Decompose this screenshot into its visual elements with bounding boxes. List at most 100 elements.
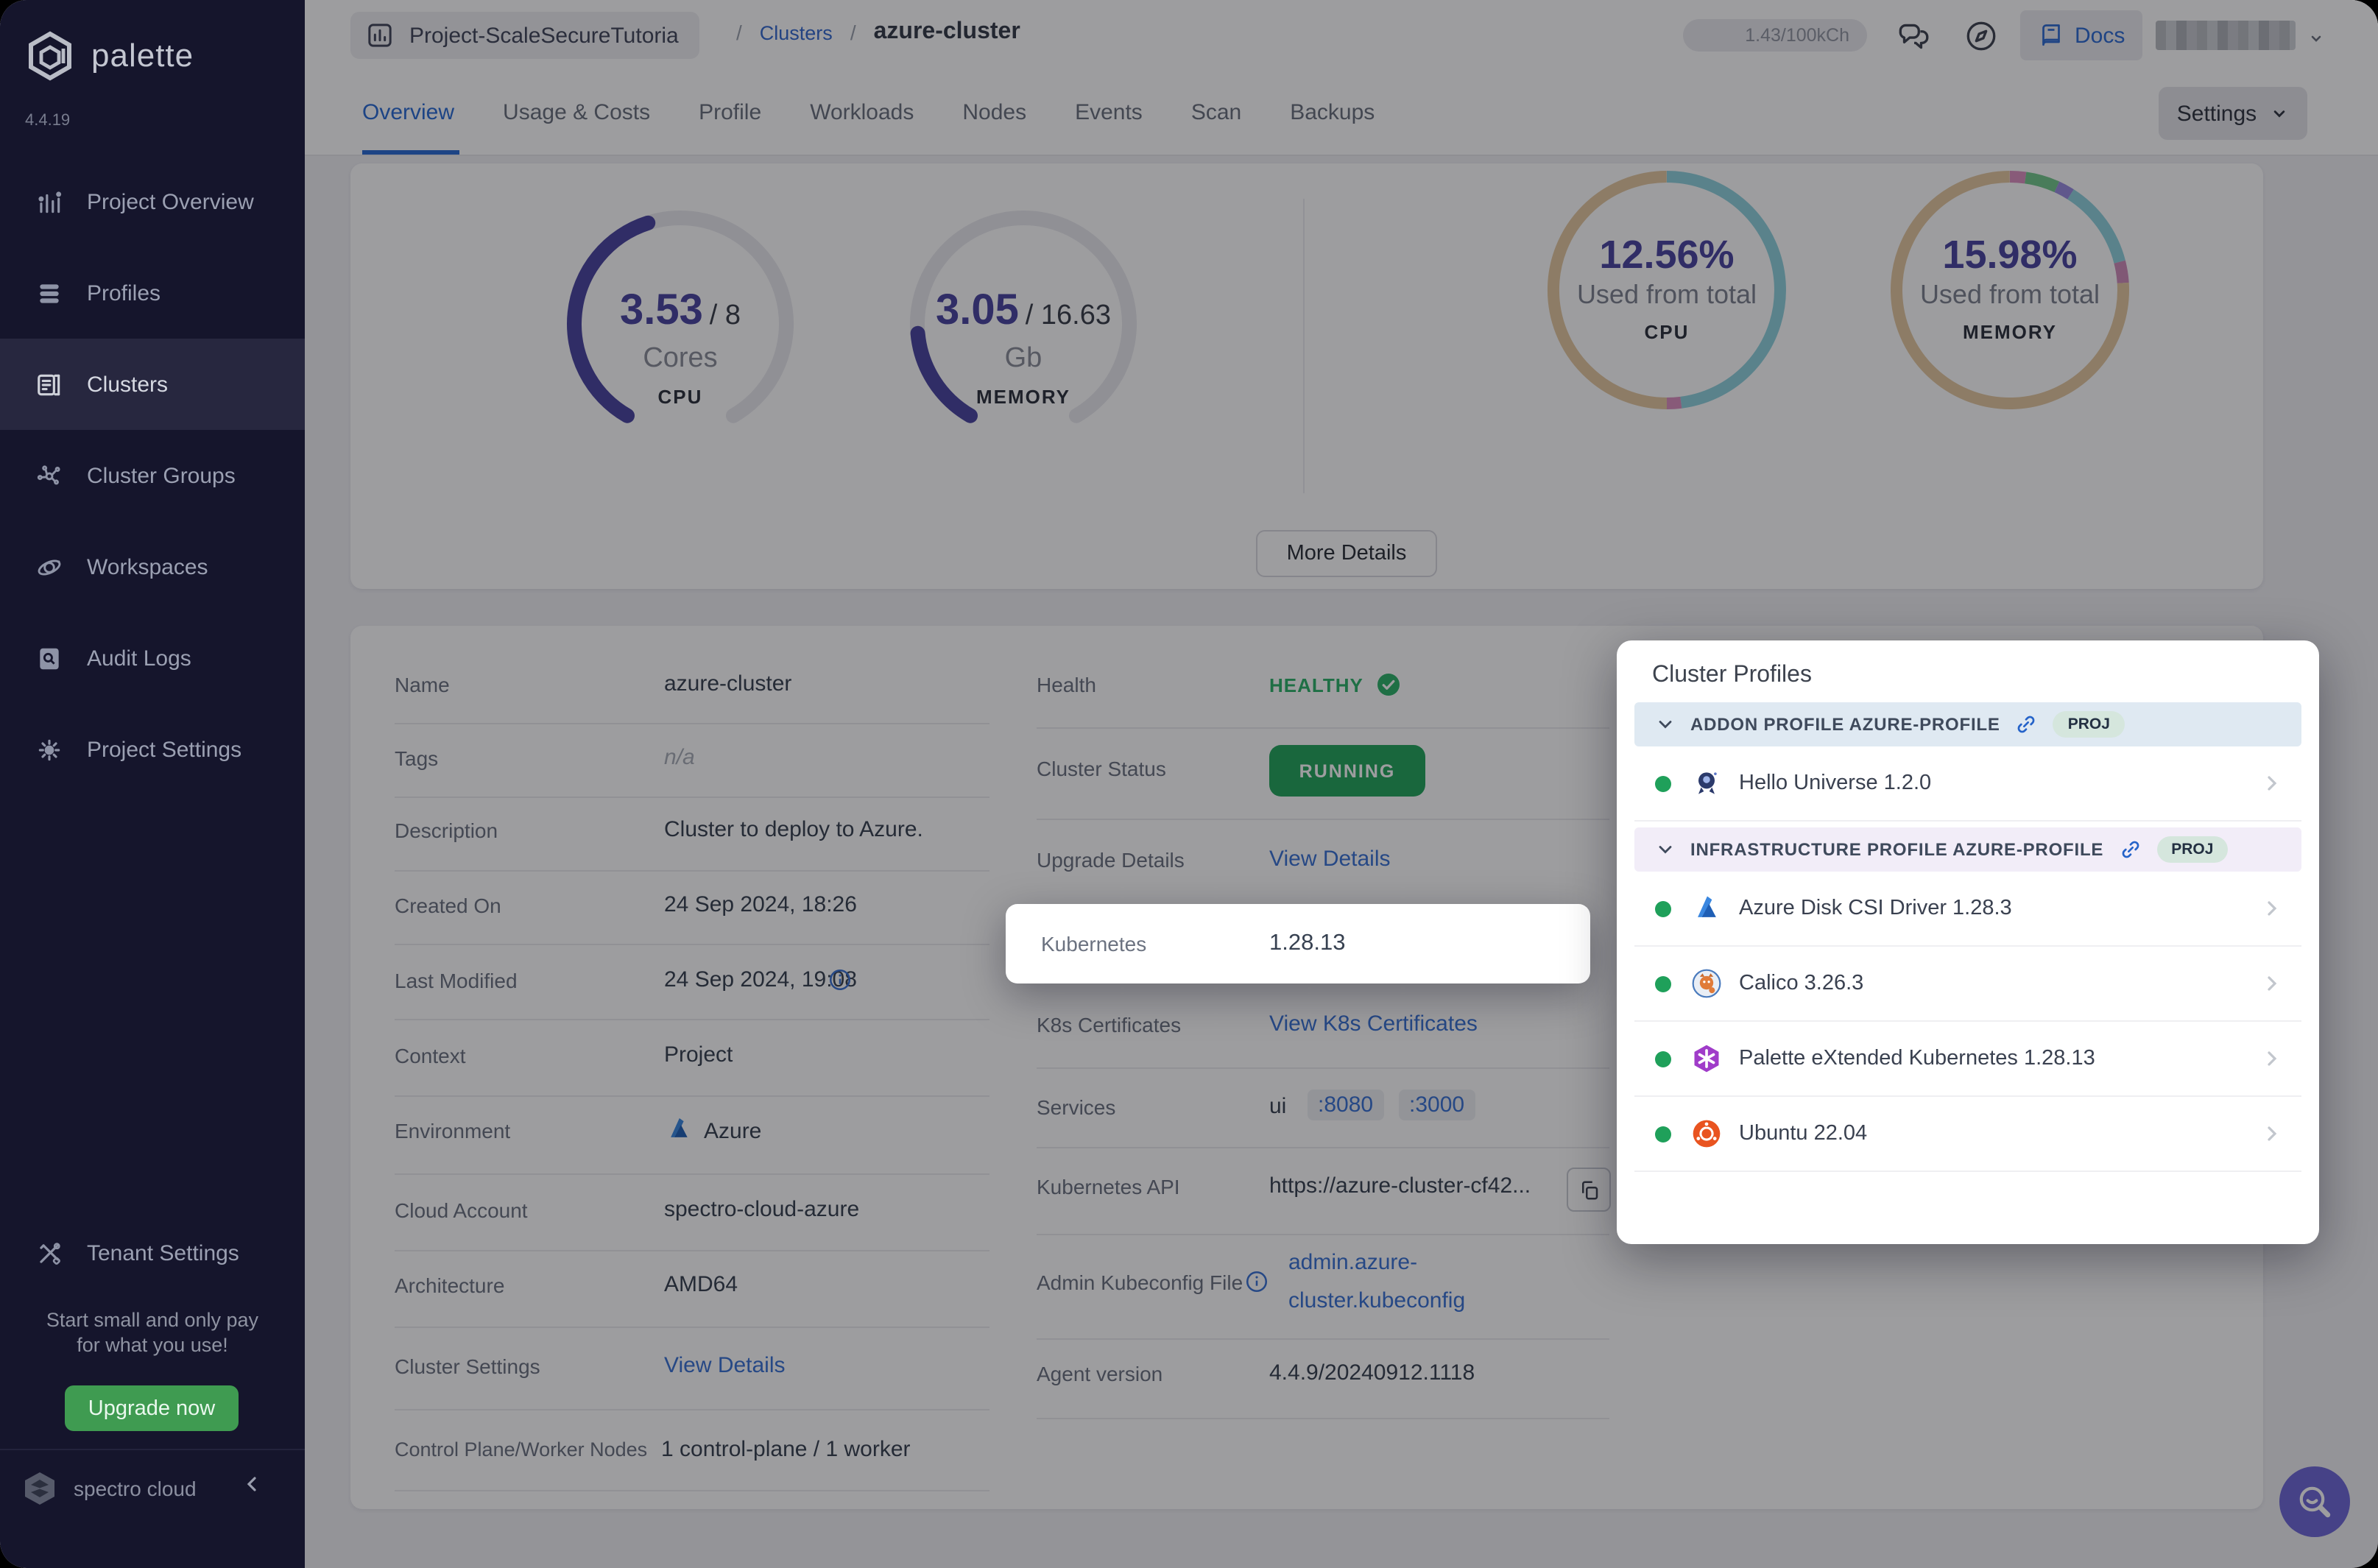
profile-item-name: Azure Disk CSI Driver 1.28.3 — [1739, 897, 2012, 920]
chevron-right-icon — [2260, 897, 2284, 920]
memory-donut: 15.98% Used from total MEMORY — [1885, 165, 2135, 415]
profile-item-calico[interactable]: Calico 3.26.3 — [1634, 947, 2301, 1022]
cloud-account-value: spectro-cloud-azure — [664, 1197, 860, 1222]
compass-icon[interactable] — [1963, 18, 2000, 54]
kubeconfig-link-line2[interactable]: cluster.kubeconfig — [1288, 1288, 1465, 1313]
sidebar-item-label: Cluster Groups — [87, 463, 236, 488]
status-dot — [1655, 975, 1671, 992]
user-account-redacted[interactable] — [2156, 21, 2296, 50]
sidebar-item-label: Audit Logs — [87, 646, 191, 671]
bar-chart-icon — [35, 188, 63, 216]
services-name: ui — [1269, 1094, 1287, 1119]
agent-version-label: Agent version — [1037, 1362, 1163, 1385]
nodes-value: 1 control-plane / 1 worker — [661, 1437, 911, 1462]
memory-gauge: 3.05 / 16.63 Gb MEMORY — [898, 199, 1149, 449]
architecture-value: AMD64 — [664, 1272, 738, 1297]
book-icon — [2038, 22, 2064, 49]
kubeconfig-link-line1[interactable]: admin.azure- — [1288, 1250, 1417, 1275]
app-window: palette 4.4.19 Project Overview Profiles… — [0, 0, 2378, 1568]
cpu-gauge-total: / 8 — [709, 300, 741, 331]
sidebar-item-label: Workspaces — [87, 554, 208, 579]
memory-gauge-total: / 16.63 — [1025, 300, 1111, 331]
tab-usage-costs[interactable]: Usage & Costs — [503, 100, 650, 125]
profile-item-ubuntu[interactable]: Ubuntu 22.04 — [1634, 1097, 2301, 1172]
topbar: Project-ScaleSecureTutoria / Clusters / … — [305, 0, 2378, 71]
settings-button[interactable]: Settings — [2159, 87, 2307, 140]
search-assistant-fab[interactable] — [2279, 1466, 2350, 1537]
breadcrumb-project-pill[interactable]: Project-ScaleSecureTutoria — [350, 12, 699, 59]
info-icon[interactable] — [1244, 1269, 1269, 1294]
profile-item-hello-universe[interactable]: Hello Universe 1.2.0 — [1634, 746, 2301, 822]
caret-down-icon[interactable] — [2307, 29, 2325, 47]
description-label: Description — [395, 819, 498, 842]
architecture-label: Architecture — [395, 1274, 505, 1297]
profile-item-name: Palette eXtended Kubernetes 1.28.13 — [1739, 1047, 2095, 1070]
sidebar-item-workspaces[interactable]: Workspaces — [0, 521, 305, 612]
settings-label: Settings — [2176, 101, 2257, 126]
pxk-hexagon-icon — [1689, 1041, 1724, 1076]
cluster-profiles-title: Cluster Profiles — [1652, 663, 1812, 688]
brand: palette — [24, 29, 194, 82]
upgrade-promo-text: Start small and only pay for what you us… — [46, 1309, 259, 1356]
kubeconfig-label: Admin Kubeconfig File — [1037, 1271, 1243, 1294]
cluster-settings-link[interactable]: View Details — [664, 1353, 786, 1378]
kubernetes-spotlight-card[interactable]: Kubernetes 1.28.13 — [1006, 904, 1590, 983]
usage-card: 3.53 / 8 Cores CPU 3.05 / 16.63 Gb MEMOR… — [350, 163, 2263, 589]
sidebar-item-label: Project Settings — [87, 737, 242, 762]
profile-item-azure-disk-csi[interactable]: Azure Disk CSI Driver 1.28.3 — [1634, 872, 2301, 947]
status-dot — [1655, 900, 1671, 917]
name-value: azure-cluster — [664, 671, 792, 696]
sidebar: palette 4.4.19 Project Overview Profiles… — [0, 0, 305, 1568]
sidebar-collapse-icon[interactable] — [240, 1472, 264, 1496]
sidebar-footer: spectro cloud — [21, 1469, 197, 1508]
sidebar-footer-divider — [0, 1449, 305, 1450]
profile-item-palette-extended-kubernetes[interactable]: Palette eXtended Kubernetes 1.28.13 — [1634, 1022, 2301, 1097]
tab-events[interactable]: Events — [1075, 100, 1143, 125]
kubernetes-value: 1.28.13 — [1269, 930, 1346, 956]
chevron-right-icon — [2260, 1047, 2284, 1070]
tab-nodes[interactable]: Nodes — [962, 100, 1026, 125]
app-version: 4.4.19 — [25, 112, 71, 130]
service-port-8080-link[interactable]: :8080 — [1308, 1090, 1384, 1120]
k8s-certificates-label: K8s Certificates — [1037, 1013, 1182, 1036]
docs-button[interactable]: Docs — [2020, 10, 2143, 60]
proj-scope-badge: PROJ — [2053, 711, 2125, 738]
breadcrumb-project-name: Project-ScaleSecureTutoria — [409, 23, 679, 48]
tab-overview[interactable]: Overview — [362, 100, 454, 125]
sidebar-item-tenant-settings[interactable]: Tenant Settings — [0, 1207, 340, 1299]
usage-quota-pill: 1.43/100kCh — [1683, 19, 1867, 52]
sidebar-item-audit-logs[interactable]: Audit Logs — [0, 612, 305, 704]
sidebar-item-cluster-groups[interactable]: Cluster Groups — [0, 430, 305, 521]
copy-icon[interactable] — [1567, 1168, 1611, 1212]
sidebar-item-project-overview[interactable]: Project Overview — [0, 156, 305, 247]
more-details-button[interactable]: More Details — [1256, 530, 1437, 577]
calico-icon — [1689, 966, 1724, 1001]
kubernetes-label: Kubernetes — [1041, 932, 1147, 956]
project-chart-icon — [365, 21, 395, 50]
sidebar-item-clusters[interactable]: Clusters — [0, 339, 305, 430]
breadcrumb-clusters-link[interactable]: Clusters — [760, 21, 833, 43]
created-on-label: Created On — [395, 894, 501, 917]
profile-item-name: Ubuntu 22.04 — [1739, 1122, 1868, 1145]
tab-scan[interactable]: Scan — [1191, 100, 1241, 125]
k8s-certificates-link[interactable]: View K8s Certificates — [1269, 1011, 1478, 1036]
sidebar-item-project-settings[interactable]: Project Settings — [0, 704, 305, 795]
cpu-donut-caption: CPU — [1644, 321, 1690, 343]
tab-backups[interactable]: Backups — [1290, 100, 1375, 125]
tab-profile[interactable]: Profile — [699, 100, 761, 125]
service-port-3000-link[interactable]: :3000 — [1399, 1090, 1475, 1120]
memory-donut-label: Used from total — [1919, 280, 2100, 309]
chevron-right-icon — [2260, 771, 2284, 795]
upgrade-details-link[interactable]: View Details — [1269, 847, 1391, 872]
gear-icon — [35, 735, 63, 763]
upgrade-now-button[interactable]: Upgrade now — [65, 1385, 239, 1431]
memory-gauge-value: 3.05 — [935, 287, 1019, 334]
info-icon[interactable] — [828, 967, 853, 992]
chevron-down-icon — [1659, 721, 1672, 729]
tab-workloads[interactable]: Workloads — [810, 100, 914, 125]
infrastructure-profile-header[interactable]: INFRASTRUCTURE PROFILE AZURE-PROFILE PRO… — [1634, 827, 2301, 872]
chat-icon[interactable] — [1895, 18, 1932, 54]
addon-profile-header[interactable]: ADDON PROFILE AZURE-PROFILE PROJ — [1634, 702, 2301, 746]
sidebar-item-profiles[interactable]: Profiles — [0, 247, 305, 339]
upgrade-details-label: Upgrade Details — [1037, 848, 1185, 872]
